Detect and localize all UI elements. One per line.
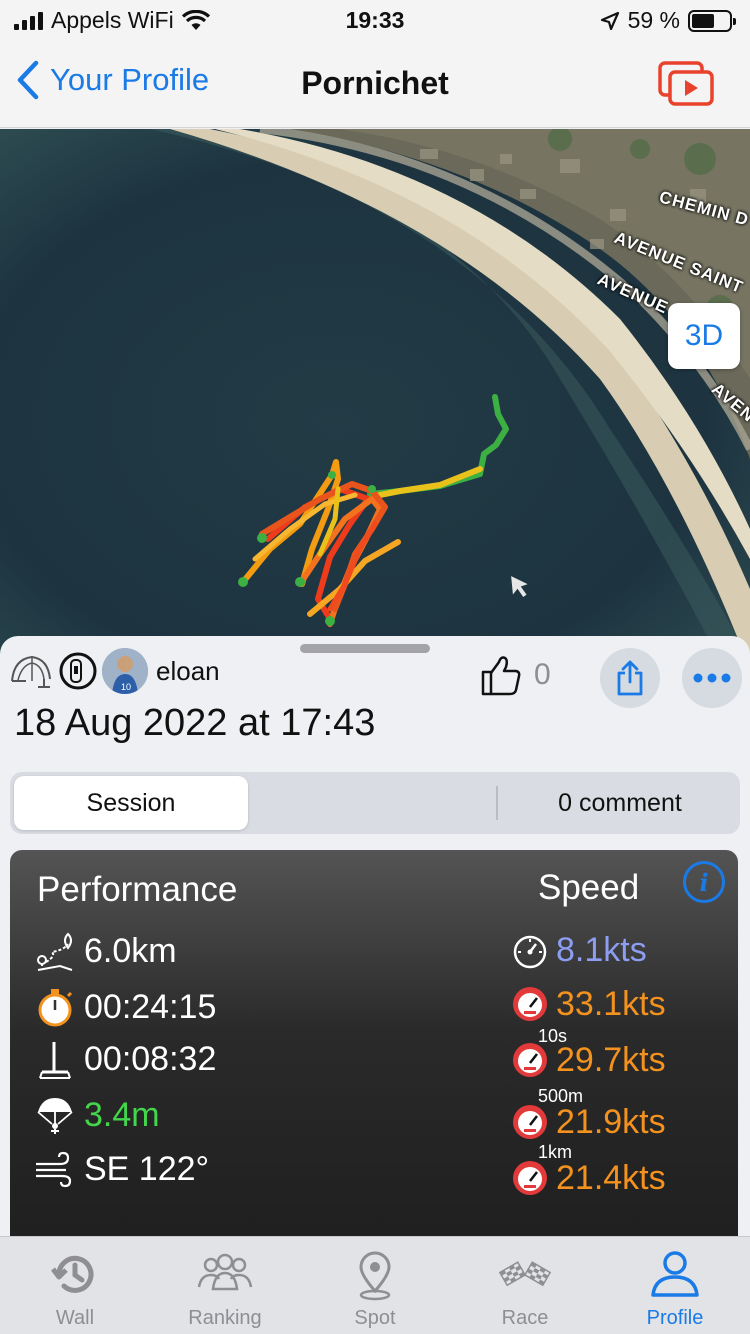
stopwatch-icon — [38, 989, 73, 1027]
tab-spot[interactable]: Spot — [300, 1237, 450, 1334]
speed-10s-value: 29.7kts — [556, 1040, 666, 1079]
performance-card: Performance Speed i 6.0km 00:24:15 00:08… — [10, 850, 738, 1250]
wind-stat: SE 122° — [34, 1148, 209, 1190]
gauge-max-icon — [513, 987, 547, 1021]
status-bar: Appels WiFi 19:33 59 % — [0, 0, 750, 40]
tab-label: Profile — [646, 1307, 704, 1329]
session-owner[interactable]: 10 eloan — [8, 648, 220, 694]
thumbs-up-icon — [481, 656, 521, 696]
foil-time-stat: 00:08:32 — [34, 1038, 216, 1080]
gauge-10s-icon — [513, 1043, 547, 1077]
more-dots-icon — [693, 673, 731, 683]
tab-label: Spot — [354, 1307, 396, 1329]
play-video-icon — [658, 61, 714, 106]
battery-icon — [688, 9, 736, 32]
history-icon — [51, 1255, 94, 1293]
speed-500m-stat: 21.9kts — [510, 1102, 666, 1142]
location-arrow-icon — [600, 11, 619, 30]
tab-race[interactable]: Race — [450, 1237, 600, 1334]
tab-ranking[interactable]: Ranking — [150, 1237, 300, 1334]
tab-profile[interactable]: Profile — [600, 1237, 750, 1334]
avg-speed-value: 8.1kts — [556, 930, 647, 969]
parachute-icon — [37, 1098, 73, 1134]
route-distance-icon — [37, 932, 73, 971]
share-button[interactable] — [600, 648, 660, 708]
foil-time-value: 00:08:32 — [84, 1039, 217, 1078]
video-replay-button[interactable] — [658, 60, 716, 108]
kite-size-value: 3.4m — [84, 1095, 160, 1134]
sheet-grabber[interactable] — [300, 644, 430, 653]
tab-session[interactable]: Session — [14, 776, 248, 830]
distance-stat: 6.0km — [34, 930, 177, 972]
person-icon — [651, 1251, 699, 1297]
avatar: 10 — [102, 648, 148, 694]
tab-label: Race — [501, 1307, 549, 1329]
status-right: 59 % — [600, 7, 736, 34]
speed-1km-value: 21.4kts — [556, 1158, 666, 1197]
back-button[interactable]: Your Profile — [16, 60, 209, 100]
chevron-left-icon — [17, 60, 39, 100]
kite-size-stat: 3.4m — [34, 1094, 160, 1136]
share-icon — [617, 660, 643, 696]
tab-comments[interactable]: 0 comment — [500, 772, 740, 834]
back-label: Your Profile — [50, 62, 210, 97]
3d-view-button[interactable]: 3D — [668, 303, 740, 369]
tab-bar: Wall Ranking Spot Race Profile — [0, 1236, 750, 1334]
navigation-bar: Your Profile Pornichet — [0, 40, 750, 128]
speedometer-icon — [513, 935, 547, 969]
duration-stat: 00:24:15 — [34, 986, 216, 1028]
battery-percent: 59 % — [627, 7, 680, 33]
satellite-map[interactable] — [0, 129, 750, 660]
speed-10s-stat: 29.7kts — [510, 1040, 666, 1080]
svg-text:10: 10 — [121, 682, 131, 692]
speed-500m-value: 21.9kts — [556, 1102, 666, 1141]
wind-icon — [36, 1151, 72, 1188]
session-tabs: Session 0 comment — [10, 772, 740, 834]
session-map[interactable]: CHEMIN D AVENUE SAINT AVENUE AVEN 3D — [0, 129, 750, 660]
duration-value: 00:24:15 — [84, 987, 217, 1026]
tab-wall[interactable]: Wall — [0, 1237, 150, 1334]
distance-value: 6.0km — [84, 931, 177, 970]
speed-title: Speed — [538, 868, 640, 907]
more-options-button[interactable] — [682, 648, 742, 708]
foil-icon — [39, 1042, 71, 1079]
like-button[interactable]: 0 — [480, 654, 551, 696]
session-date: 18 Aug 2022 at 17:43 — [14, 702, 376, 744]
max-speed-stat: 33.1kts — [510, 984, 666, 1024]
tab-label: Wall — [55, 1307, 95, 1329]
session-sheet: 10 eloan 0 18 Aug 2022 at 17:43 Session … — [0, 636, 750, 1250]
avg-speed-stat: 8.1kts — [510, 930, 647, 970]
user-name: eloan — [156, 655, 220, 686]
location-pin-icon — [359, 1251, 391, 1301]
gauge-1km-icon — [513, 1161, 547, 1195]
segment-divider — [496, 786, 498, 820]
like-count: 0 — [534, 658, 551, 691]
gauge-500m-icon — [513, 1105, 547, 1139]
checkered-flags-icon — [498, 1261, 552, 1287]
performance-title: Performance — [37, 870, 238, 909]
people-icon — [197, 1253, 253, 1291]
tab-label: Ranking — [188, 1307, 262, 1329]
watch-icon — [59, 652, 97, 690]
kite-gear-icon — [11, 655, 51, 688]
max-speed-value: 33.1kts — [556, 984, 666, 1023]
speed-1km-stat: 21.4kts — [510, 1158, 666, 1198]
wind-value: SE 122° — [84, 1149, 210, 1188]
info-button[interactable]: i — [683, 861, 725, 903]
